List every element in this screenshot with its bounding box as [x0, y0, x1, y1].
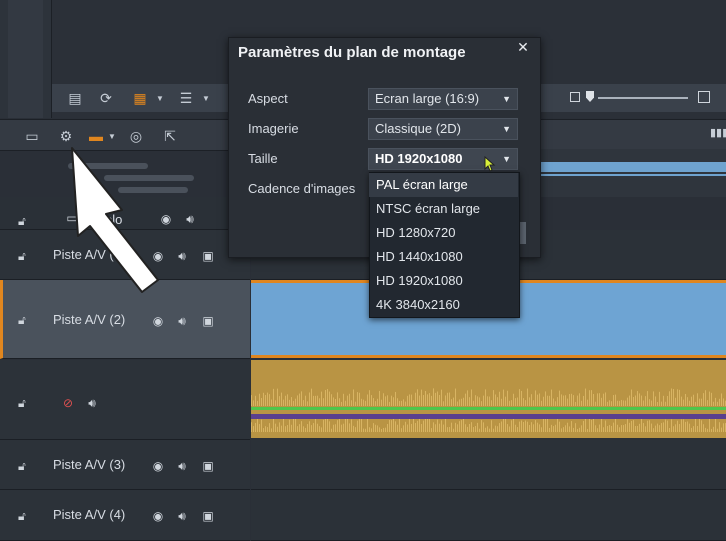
chevron-down-icon[interactable]: ▼ — [196, 88, 216, 108]
track-label[interactable]: Piste A/V (2) — [53, 312, 125, 327]
size-label: Taille — [248, 151, 278, 166]
frame-icon[interactable]: ▣ — [200, 459, 216, 473]
track-view-icon[interactable]: ▭ — [22, 126, 42, 146]
aspect-value: Ecran large (16:9) — [375, 91, 480, 106]
chevron-down-icon[interactable]: ▼ — [150, 88, 170, 108]
track-lane-3[interactable] — [251, 440, 726, 490]
speaker-icon[interactable]: 🔊︎ — [174, 249, 190, 263]
audio-waveform — [251, 388, 726, 432]
lock-icon[interactable]: 🔓︎ — [18, 313, 32, 327]
eye-hidden-icon[interactable]: ⊘ — [60, 396, 76, 410]
eye-icon[interactable]: ◉ — [150, 509, 166, 523]
size-option[interactable]: PAL écran large — [369, 173, 518, 197]
track-label[interactable]: Piste A/V (3) — [53, 457, 125, 472]
lock-icon[interactable]: 🔓︎ — [18, 396, 32, 410]
top-left-strip — [8, 0, 43, 118]
lock-icon[interactable]: 🔓︎ — [18, 459, 32, 473]
speaker-icon[interactable]: 🔊︎ — [182, 212, 198, 226]
audio-separator — [251, 414, 726, 419]
frame-icon[interactable]: ▣ — [200, 314, 216, 328]
lock-icon[interactable]: 🔓︎ — [18, 214, 32, 228]
track-lane-4[interactable] — [251, 490, 726, 541]
ruler-range-bar — [536, 162, 726, 172]
track-header-4: 🔓︎ Piste A/V (4) ◉ 🔊︎ ▣ — [0, 490, 250, 541]
eye-icon[interactable]: ◉ — [150, 459, 166, 473]
chevron-down-icon: ▼ — [502, 124, 511, 134]
zoom-in-icon[interactable] — [698, 91, 710, 103]
grid-view-icon[interactable]: ▦ — [130, 88, 150, 108]
zoom-slider[interactable] — [598, 97, 688, 99]
zoom-out-icon[interactable] — [570, 92, 580, 102]
size-option[interactable]: HD 1920x1080 — [369, 269, 518, 293]
track-label[interactable]: Piste A/V (4) — [53, 507, 125, 522]
chevron-down-icon: ▼ — [502, 94, 511, 104]
speaker-icon[interactable]: 🔊︎ — [84, 396, 100, 410]
mouse-cursor-icon — [484, 156, 496, 172]
track-header-3: 🔓︎ Piste A/V (3) ◉ 🔊︎ ▣ — [0, 440, 250, 490]
imagery-select[interactable]: Classique (2D) ▼ — [368, 118, 518, 140]
imagery-label: Imagerie — [248, 121, 299, 136]
imagery-value: Classique (2D) — [375, 121, 461, 136]
dialog-title: Paramètres du plan de montage — [238, 44, 466, 61]
copy-icon[interactable]: ▤ — [65, 88, 85, 108]
levels-icon[interactable]: ▮▮▮ — [710, 126, 726, 140]
list-view-icon[interactable]: ☰ — [176, 88, 196, 108]
close-icon[interactable]: ✕ — [516, 39, 530, 55]
speaker-icon[interactable]: 🔊︎ — [174, 314, 190, 328]
frame-rate-label: Cadence d'images — [248, 181, 356, 196]
size-option[interactable]: HD 1280x720 — [369, 221, 518, 245]
frame-icon[interactable]: ▣ — [200, 509, 216, 523]
chevron-down-icon: ▼ — [502, 154, 511, 164]
eye-icon[interactable]: ◉ — [150, 314, 166, 328]
sync-icon[interactable]: ⟳ — [96, 88, 116, 108]
aspect-select[interactable]: Ecran large (16:9) ▼ — [368, 88, 518, 110]
lock-icon[interactable]: 🔓︎ — [18, 509, 32, 523]
lock-icon[interactable]: 🔓︎ — [18, 249, 32, 263]
track-header-audio: 🔓︎ ⊘ 🔊︎ — [0, 360, 250, 440]
size-option[interactable]: HD 1440x1080 — [369, 245, 518, 269]
audio-level-line — [251, 407, 726, 410]
aspect-label: Aspect — [248, 91, 288, 106]
speaker-icon[interactable]: 🔊︎ — [174, 459, 190, 473]
size-value: HD 1920x1080 — [375, 151, 463, 166]
size-option[interactable]: 4K 3840x2160 — [369, 293, 518, 317]
annotation-arrow — [71, 147, 159, 293]
ruler-range-line — [536, 174, 726, 176]
speaker-icon[interactable]: 🔊︎ — [174, 509, 190, 523]
size-option[interactable]: NTSC écran large — [369, 197, 518, 221]
frame-icon[interactable]: ▣ — [200, 249, 216, 263]
